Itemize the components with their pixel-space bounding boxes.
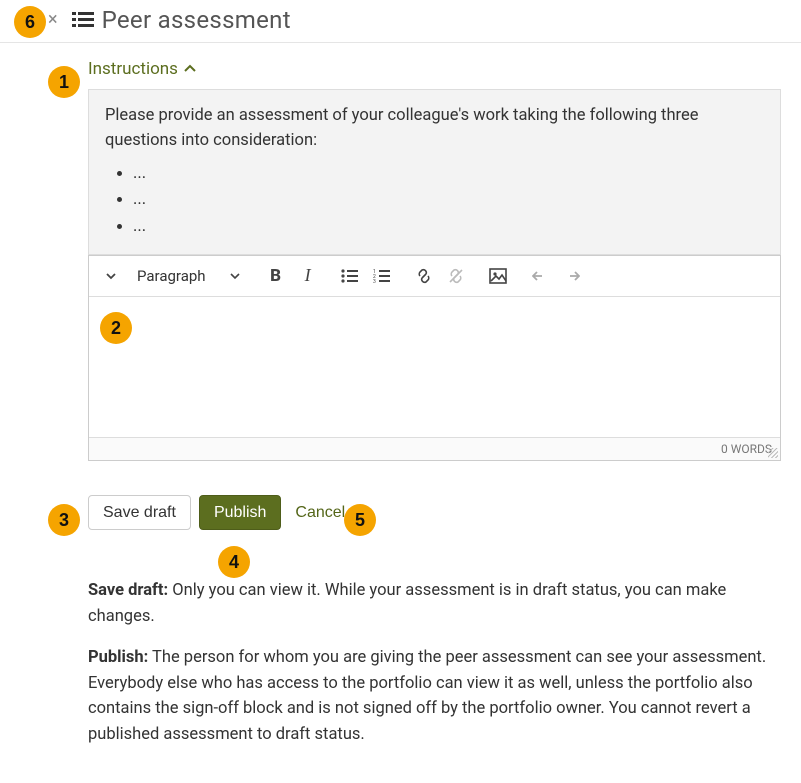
help-publish: Publish: The person for whom you are giv… <box>88 645 781 747</box>
editor-toolbar: Paragraph B I 1 2 3 <box>89 255 780 297</box>
rich-text-editor: Paragraph B I 1 2 3 <box>88 255 781 461</box>
word-count: 0 WORDS <box>721 442 772 456</box>
list-item: ... <box>133 188 764 213</box>
instructions-intro: Please provide an assessment of your col… <box>105 104 764 154</box>
chevron-up-icon <box>184 63 196 75</box>
annotation-marker-2: 2 <box>100 312 132 344</box>
annotation-marker-1: 1 <box>48 66 80 98</box>
editor-body[interactable] <box>89 297 780 437</box>
publish-button[interactable]: Publish <box>199 495 281 530</box>
help-publish-text: The person for whom you are giving the p… <box>88 648 766 744</box>
help-save-draft-label: Save draft: <box>88 581 168 600</box>
close-icon[interactable]: × <box>48 11 58 29</box>
annotation-marker-5: 5 <box>344 504 376 536</box>
help-block: Save draft: Only you can view it. While … <box>88 578 781 747</box>
italic-button[interactable]: I <box>294 262 322 290</box>
content-area: Instructions Please provide an assessmen… <box>0 43 801 783</box>
help-publish-label: Publish: <box>88 648 148 667</box>
help-save-draft-text: Only you can view it. While your assessm… <box>88 581 726 626</box>
help-save-draft: Save draft: Only you can view it. While … <box>88 578 781 629</box>
numbered-list-button[interactable]: 1 2 3 <box>368 262 396 290</box>
instructions-label: Instructions <box>88 59 178 79</box>
list-item: ... <box>133 215 764 240</box>
annotation-marker-3: 3 <box>48 504 80 536</box>
format-select[interactable]: Paragraph <box>129 263 248 289</box>
link-button[interactable] <box>410 262 438 290</box>
annotation-marker-4: 4 <box>218 546 250 578</box>
page-title: Peer assessment <box>102 6 291 34</box>
format-select-label: Paragraph <box>137 267 206 285</box>
unlink-button[interactable] <box>442 262 470 290</box>
editor-status-bar: 0 WORDS <box>89 437 780 460</box>
redo-button[interactable] <box>558 262 586 290</box>
bold-button[interactable]: B <box>262 262 290 290</box>
bullet-list-button[interactable] <box>336 262 364 290</box>
list-icon <box>72 10 94 30</box>
list-item: ... <box>133 162 764 187</box>
annotation-marker-6: 6 <box>14 6 46 38</box>
topbar: × Peer assessment <box>0 0 801 43</box>
save-draft-button[interactable]: Save draft <box>88 495 191 530</box>
instructions-toggle[interactable]: Instructions <box>88 59 196 79</box>
resize-handle[interactable] <box>768 448 778 458</box>
instructions-list: ... ... ... <box>105 162 764 240</box>
more-toggle[interactable] <box>97 262 125 290</box>
undo-button[interactable] <box>526 262 554 290</box>
svg-text:3: 3 <box>373 279 376 284</box>
instructions-box: Please provide an assessment of your col… <box>88 89 781 255</box>
button-row: Save draft Publish Cancel <box>88 495 781 530</box>
image-button[interactable] <box>484 262 512 290</box>
